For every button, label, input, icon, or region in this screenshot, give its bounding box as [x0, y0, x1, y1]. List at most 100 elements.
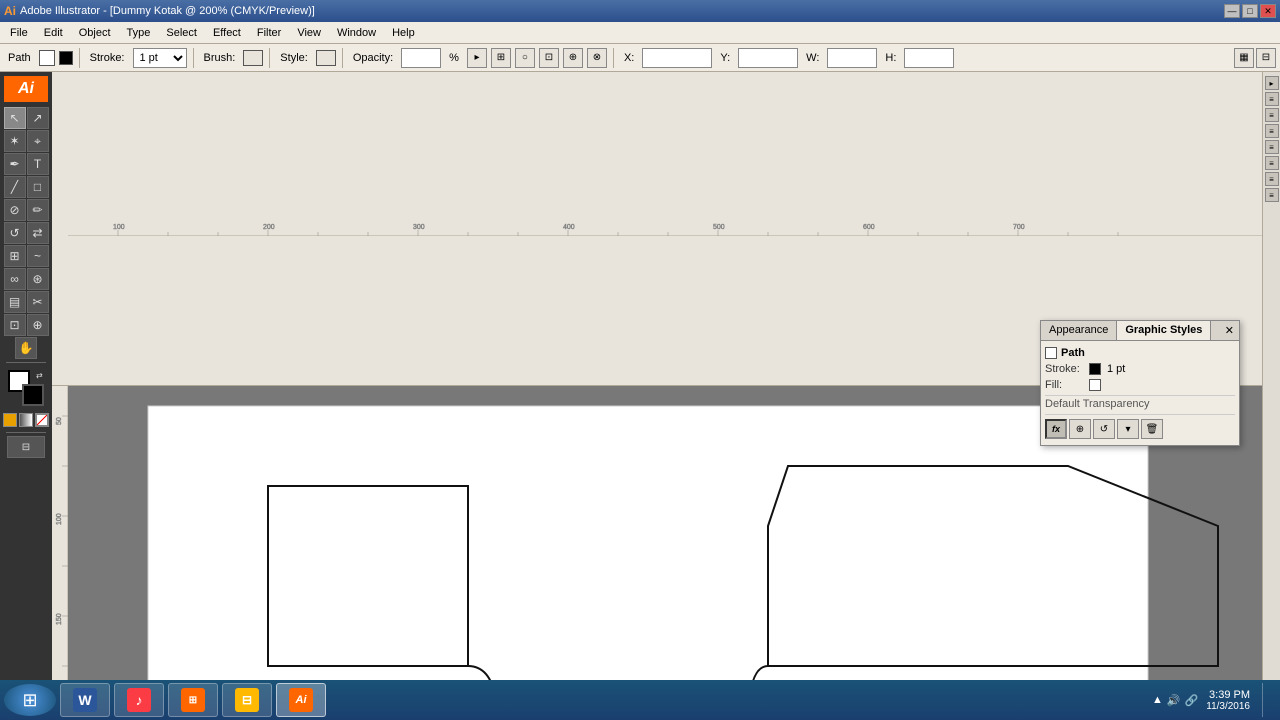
line-tool[interactable]: ╱	[4, 176, 26, 198]
rotate-tool[interactable]: ↺	[4, 222, 26, 244]
swap-icon[interactable]: ⇄	[36, 371, 46, 381]
maximize-button[interactable]: □	[1242, 4, 1258, 18]
scale-tool[interactable]: ⊞	[4, 245, 26, 267]
taskbar-illustrator[interactable]: Ai	[276, 683, 326, 717]
opacity-input[interactable]: 100	[401, 48, 441, 68]
tool-btn-1[interactable]: ⊞	[491, 48, 511, 68]
none-icon[interactable]	[35, 413, 49, 427]
menu-edit[interactable]: Edit	[36, 22, 71, 43]
clock-display[interactable]: 3:39 PM 11/3/2016	[1206, 689, 1250, 712]
panel-btn-4[interactable]: ≡	[1265, 124, 1279, 138]
brush-swatch[interactable]	[243, 50, 263, 66]
panel-btn-6[interactable]: ≡	[1265, 156, 1279, 170]
tray-icon-1[interactable]: ▲	[1152, 694, 1163, 706]
down-arrow-btn[interactable]: ▾	[1117, 419, 1139, 439]
graphic-styles-tab[interactable]: Graphic Styles	[1117, 321, 1211, 340]
fill-stroke-widget[interactable]: ⇄	[6, 370, 46, 406]
panel-fill-swatch[interactable]	[1045, 347, 1057, 359]
graph-tool[interactable]: ▤	[4, 291, 26, 313]
panel-btn-2[interactable]: ≡	[1265, 92, 1279, 106]
tray-icon-2[interactable]: 🔊	[1167, 694, 1181, 707]
style-swatch[interactable]	[316, 50, 336, 66]
warp-tool[interactable]: ~	[27, 245, 49, 267]
stroke-weight-select[interactable]: 1 pt 0.5 pt 2 pt	[133, 48, 187, 68]
svg-text:100: 100	[56, 513, 63, 525]
left-ruler-svg: 50 100 150 200 250	[52, 386, 68, 699]
menu-select[interactable]: Select	[158, 22, 205, 43]
menu-file[interactable]: File	[2, 22, 36, 43]
tool-btn-2[interactable]: ○	[515, 48, 535, 68]
opacity-arrow[interactable]: ▸	[467, 48, 487, 68]
close-button[interactable]: ✕	[1260, 4, 1276, 18]
color-mode-row	[3, 413, 49, 427]
zoom-tool[interactable]: ⊕	[27, 314, 49, 336]
x-input[interactable]: 38.981 mm	[642, 48, 712, 68]
direct-select-tool[interactable]: ↗	[27, 107, 49, 129]
menu-effect[interactable]: Effect	[205, 22, 249, 43]
arrange-btn[interactable]: ▦	[1234, 48, 1254, 68]
taskbar-fm[interactable]: ⊞	[168, 683, 218, 717]
menu-help[interactable]: Help	[384, 22, 423, 43]
taskbar-word[interactable]: W	[60, 683, 110, 717]
reflect-tool[interactable]: ⇄	[27, 222, 49, 244]
taskbar-right: ▲ 🔊 🔗 3:39 PM 11/3/2016	[1152, 683, 1276, 717]
minimize-button[interactable]: —	[1224, 4, 1240, 18]
color-icon[interactable]	[3, 413, 17, 427]
expand-btn[interactable]: ⊟	[1256, 48, 1276, 68]
hand-tool[interactable]: ✋	[15, 337, 37, 359]
tool-btn-3[interactable]: ⊡	[539, 48, 559, 68]
fill-color-swatch[interactable]	[39, 50, 55, 66]
select-tool[interactable]: ↖	[4, 107, 26, 129]
appearance-tab[interactable]: Appearance	[1041, 321, 1117, 340]
magic-wand-tool[interactable]: ✶	[4, 130, 26, 152]
w-input[interactable]: 40 mm	[827, 48, 877, 68]
blend-tool[interactable]: ∞	[4, 268, 26, 290]
add-effect-btn[interactable]: ⊕	[1069, 419, 1091, 439]
tool-btn-4[interactable]: ⊕	[563, 48, 583, 68]
itunes-icon: ♪	[127, 688, 151, 712]
circle-icon-btn[interactable]: ↺	[1093, 419, 1115, 439]
panel-btn-1[interactable]: ▸	[1265, 76, 1279, 90]
menu-object[interactable]: Object	[71, 22, 119, 43]
pencil-tool[interactable]: ✏	[27, 199, 49, 221]
panel-btn-5[interactable]: ≡	[1265, 140, 1279, 154]
panel-fill-color[interactable]	[1089, 379, 1101, 391]
symbol-tool[interactable]: ⊛	[27, 268, 49, 290]
menu-filter[interactable]: Filter	[249, 22, 289, 43]
y-input[interactable]: 105.1 mm	[738, 48, 798, 68]
fx-btn[interactable]: fx	[1045, 419, 1067, 439]
path-label: Path	[4, 52, 35, 64]
menu-window[interactable]: Window	[329, 22, 384, 43]
show-desktop-btn[interactable]	[1262, 683, 1268, 717]
pen-tool[interactable]: ✒	[4, 153, 26, 175]
taskbar-explorer[interactable]: ⊟	[222, 683, 272, 717]
menu-view[interactable]: View	[289, 22, 329, 43]
tool-row-11: ✋	[15, 337, 37, 359]
panel-btn-8[interactable]: ≡	[1265, 188, 1279, 202]
menu-type[interactable]: Type	[119, 22, 159, 43]
paintbrush-tool[interactable]: ⊘	[4, 199, 26, 221]
tool-separator-2	[6, 432, 46, 433]
panel-btn-3[interactable]: ≡	[1265, 108, 1279, 122]
eraser-tool[interactable]: ⊡	[4, 314, 26, 336]
tray-icon-3[interactable]: 🔗	[1185, 694, 1199, 707]
panel-tabs: Appearance Graphic Styles ✕	[1041, 321, 1239, 341]
tool-btn-5[interactable]: ⊗	[587, 48, 607, 68]
panel-close-btn[interactable]: ✕	[1220, 321, 1239, 340]
taskbar-itunes[interactable]: ♪	[114, 683, 164, 717]
svg-text:400: 400	[563, 224, 575, 231]
panel-stroke-color[interactable]	[1089, 363, 1101, 375]
stroke-color-swatch[interactable]	[59, 51, 73, 65]
lasso-tool[interactable]: ⌖	[27, 130, 49, 152]
gradient-icon[interactable]	[19, 413, 33, 427]
start-button[interactable]: ⊞	[4, 684, 56, 716]
h-input[interactable]: 80 mm	[904, 48, 954, 68]
panel-btn-7[interactable]: ≡	[1265, 172, 1279, 186]
slice-tool[interactable]: ✂	[27, 291, 49, 313]
delete-btn[interactable]: 🗑	[1141, 419, 1163, 439]
rect-tool[interactable]: □	[27, 176, 49, 198]
stroke-indicator[interactable]	[22, 384, 44, 406]
svg-text:600: 600	[863, 224, 875, 231]
type-tool[interactable]: T	[27, 153, 49, 175]
screen-mode-btn[interactable]: ⊟	[7, 436, 45, 458]
